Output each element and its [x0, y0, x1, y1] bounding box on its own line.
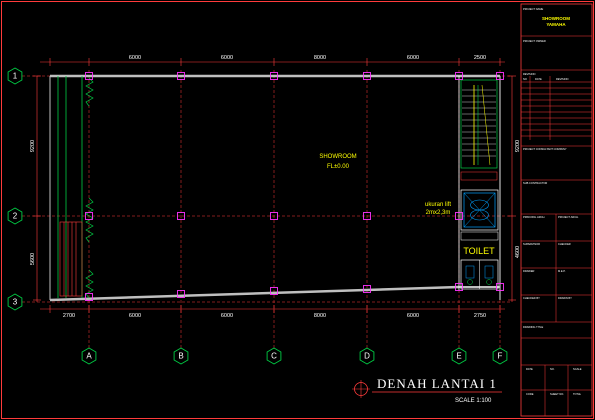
lift-size: 2mx2,3m: [426, 210, 451, 216]
sign-supervisor: SUPERVISOR: [523, 242, 540, 246]
project-name-label: PROJECT NAME: [523, 7, 544, 11]
room-label: SHOWROOM: [319, 154, 356, 160]
sign-principal-arch: PRINCIPAL ARCH.: [523, 215, 545, 219]
sign-drawn-by: DRAWN BY: [558, 296, 572, 300]
sub-contractor-label: SUB CONTRACTOR: [523, 181, 547, 185]
column-grid-bubbles: A B C D E F: [81, 347, 508, 365]
project-consultant-label: PROJECT CONSULTANT COMPANY: [523, 147, 567, 151]
columns: [85, 72, 504, 301]
sign-mep: M.E.P.: [558, 269, 566, 273]
dims-bottom-1: 6000: [129, 313, 141, 319]
sign-checker: CHECKER: [558, 242, 571, 246]
dims-bottom-0: 2700: [63, 313, 75, 319]
row-bubble-label-2: 2: [13, 212, 18, 221]
room-level: FL±0.00: [327, 164, 350, 170]
dimensions-bottom: 2700 6000 6000 8000 6000 2750: [63, 313, 486, 319]
col-bubble-label-A: A: [86, 352, 92, 361]
sign-drawer: DRAWER: [523, 269, 535, 273]
footer-code: CODE: [526, 392, 534, 396]
dims-top-2: 8000: [314, 55, 326, 61]
dimensions-right: 9200 4600: [515, 140, 521, 258]
title-block: PROJECT NAME SHOWROOM YAMAHA PROJECT OWN…: [520, 3, 593, 417]
dimensions-top: 6000 6000 8000 6000 2500: [129, 55, 486, 61]
dims-bottom-5: 2750: [474, 313, 486, 319]
footer-total: TOTAL: [573, 392, 582, 396]
dims-top-3: 6000: [407, 55, 419, 61]
revision-col-no: NO: [523, 77, 527, 81]
dims-right-0: 9200: [515, 140, 521, 152]
dims-top-4: 2500: [474, 55, 486, 61]
building-walls: [49, 74, 501, 302]
dimensions-left: 9200 5600: [30, 140, 36, 265]
revision-col-revision: REVISION: [556, 77, 569, 81]
sign-project-arch: PROJECT ARCH.: [558, 215, 579, 219]
project-name-value-line1: SHOWROOM: [542, 16, 570, 21]
left-facade: [57, 76, 94, 299]
row-grid-bubbles: 1 2 3: [7, 67, 23, 311]
footer-scale: SCALE: [573, 367, 582, 371]
col-bubble-label-F: F: [498, 352, 503, 361]
footer-sheet-no: SHEET NO.: [550, 392, 564, 396]
col-bubble-label-D: D: [364, 352, 370, 361]
dims-left-0: 9200: [30, 140, 36, 152]
drawing-scale: SCALE 1:100: [455, 398, 492, 404]
lift-label: ukuran lift: [425, 202, 451, 208]
revision-col-date: DATE: [535, 77, 542, 81]
col-bubble-label-C: C: [271, 352, 277, 361]
drawing-title-label: DRAWING TITLE: [523, 325, 543, 329]
revision-label: REVISION: [523, 72, 536, 76]
project-owner-label: PROJECT OWNER: [523, 39, 546, 43]
footer-no: NO.: [550, 367, 555, 371]
col-bubble-label-B: B: [178, 352, 183, 361]
drawing-title: DENAH LANTAI 1: [377, 376, 497, 391]
dims-bottom-4: 6000: [407, 313, 419, 319]
dims-left-1: 5600: [30, 253, 36, 265]
dims-top-1: 6000: [221, 55, 233, 61]
project-name-value-line2: YAMAHA: [546, 22, 566, 27]
dimension-lines: [33, 58, 516, 313]
sign-checked-by: CHECKED BY: [523, 296, 540, 300]
stair-core: [460, 79, 499, 290]
dims-bottom-2: 6000: [221, 313, 233, 319]
footer-date: DATE: [526, 367, 533, 371]
dims-right-1: 4600: [515, 246, 521, 258]
col-bubble-label-E: E: [456, 352, 461, 361]
dims-bottom-3: 8000: [314, 313, 326, 319]
row-bubble-label-1: 1: [13, 72, 18, 81]
grid-axis-lines: [22, 70, 510, 348]
row-bubble-label-3: 3: [13, 298, 18, 307]
dims-top-0: 6000: [129, 55, 141, 61]
toilet-label: TOILET: [463, 246, 495, 256]
floor-plan-drawing: 6000 6000 8000 6000 2500 2700 6000 6000 8000 600…: [0, 0, 595, 420]
